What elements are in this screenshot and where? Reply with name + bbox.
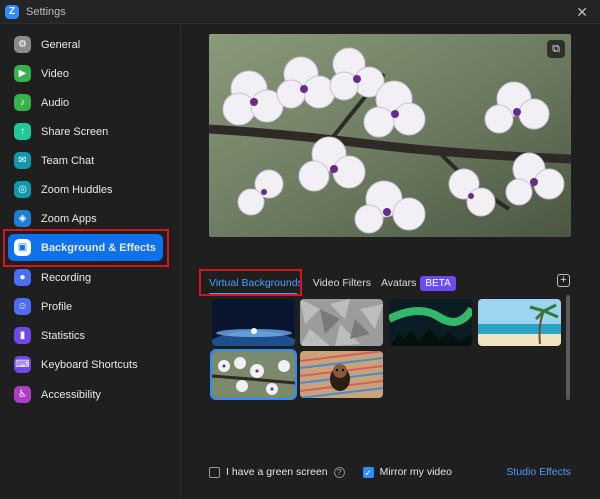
thumbnail-cherry-blossom[interactable]	[210, 349, 297, 400]
apps-icon: ◈	[14, 210, 31, 227]
title-bar: Z Settings ✕	[0, 0, 600, 24]
sidebar-item-zoom-apps[interactable]: ◈ Zoom Apps	[8, 205, 163, 232]
studio-effects-link[interactable]: Studio Effects	[506, 466, 571, 478]
beach-image	[478, 299, 561, 346]
huddles-icon: ◎	[14, 181, 31, 198]
sidebar-item-profile[interactable]: ☺ Profile	[8, 293, 163, 320]
accessibility-icon: ♿	[14, 386, 31, 403]
recording-icon: ●	[14, 269, 31, 286]
keyboard-icon: ⌨	[14, 356, 31, 373]
profile-icon: ☺	[14, 298, 31, 315]
thumbnail-aurora[interactable]	[389, 299, 472, 346]
sidebar-item-label: Zoom Apps	[41, 212, 97, 225]
sidebar-item-label: Accessibility	[41, 388, 101, 401]
bottom-options: I have a green screen ? ✓ Mirror my vide…	[209, 464, 571, 480]
highlight-box-nav	[3, 229, 169, 267]
sidebar-item-label: Recording	[41, 271, 92, 284]
sidebar-item-recording[interactable]: ● Recording	[8, 264, 163, 291]
expand-icon[interactable]: ⧉	[547, 40, 565, 58]
sidebar-item-label: Profile	[41, 300, 73, 313]
scrollbar[interactable]	[566, 295, 570, 400]
sidebar-item-label: Video	[41, 67, 69, 80]
thumbnail-beach-palm[interactable]	[478, 299, 561, 346]
chat-icon: ✉	[14, 152, 31, 169]
main-panel: ⧉ Virtual Backgrounds Video Filters Avat…	[182, 25, 600, 499]
gear-icon: ⚙	[14, 36, 31, 53]
sidebar-item-label: Keyboard Shortcuts	[41, 358, 138, 371]
help-icon[interactable]: ?	[333, 466, 345, 478]
sidebar-item-share-screen[interactable]: ↑ Share Screen	[8, 118, 163, 145]
mirror-video-checkbox[interactable]: ✓	[362, 466, 374, 478]
video-preview: ⧉	[209, 34, 571, 237]
sidebar-item-accessibility[interactable]: ♿ Accessibility	[8, 381, 163, 408]
sidebar-item-label: Share Screen	[41, 125, 109, 138]
sidebar-item-label: Zoom Huddles	[41, 183, 113, 196]
aurora-image	[389, 299, 472, 346]
close-icon[interactable]: ✕	[576, 4, 588, 21]
thumbnail-grey-texture[interactable]	[300, 299, 383, 346]
add-background-icon[interactable]: +	[557, 274, 570, 287]
tab-avatars[interactable]: Avatars	[381, 277, 416, 289]
sidebar-item-general[interactable]: ⚙ General	[8, 31, 163, 58]
cherry-blossom-thumb-image	[212, 351, 295, 398]
sidebar-item-keyboard-shortcuts[interactable]: ⌨ Keyboard Shortcuts	[8, 351, 163, 378]
tab-video-filters[interactable]: Video Filters	[313, 277, 371, 289]
sidebar-item-label: General	[41, 38, 81, 51]
sidebar-item-label: Audio	[41, 96, 70, 109]
window-title: Settings	[26, 5, 66, 18]
green-screen-checkbox[interactable]	[209, 466, 220, 478]
sidebar-item-video[interactable]: ▶ Video	[8, 60, 163, 87]
mirror-video-label: Mirror my video	[379, 466, 452, 478]
sidebar-item-zoom-huddles[interactable]: ◎ Zoom Huddles	[8, 176, 163, 203]
share-screen-icon: ↑	[14, 123, 31, 140]
headphones-icon: ♪	[14, 94, 31, 111]
puppy-image	[300, 351, 383, 398]
sidebar-item-audio[interactable]: ♪ Audio	[8, 89, 163, 116]
thumbnail-earth-from-space[interactable]	[212, 299, 295, 346]
video-icon: ▶	[14, 65, 31, 82]
zoom-logo-icon: Z	[5, 4, 19, 19]
sidebar-item-label: Team Chat	[41, 154, 95, 167]
earth-image	[212, 299, 295, 346]
cherry-blossom-image	[209, 34, 571, 237]
thumbnail-puppy[interactable]	[300, 351, 383, 398]
sidebar-item-team-chat[interactable]: ✉ Team Chat	[8, 147, 163, 174]
sidebar-item-statistics[interactable]: ▮ Statistics	[8, 322, 163, 349]
sidebar-item-label: Statistics	[41, 329, 86, 342]
beta-badge: BETA	[420, 275, 456, 291]
grey-texture-image	[300, 299, 383, 346]
statistics-icon: ▮	[14, 327, 31, 344]
highlight-box-tab	[199, 269, 302, 296]
green-screen-label: I have a green screen	[226, 466, 328, 478]
